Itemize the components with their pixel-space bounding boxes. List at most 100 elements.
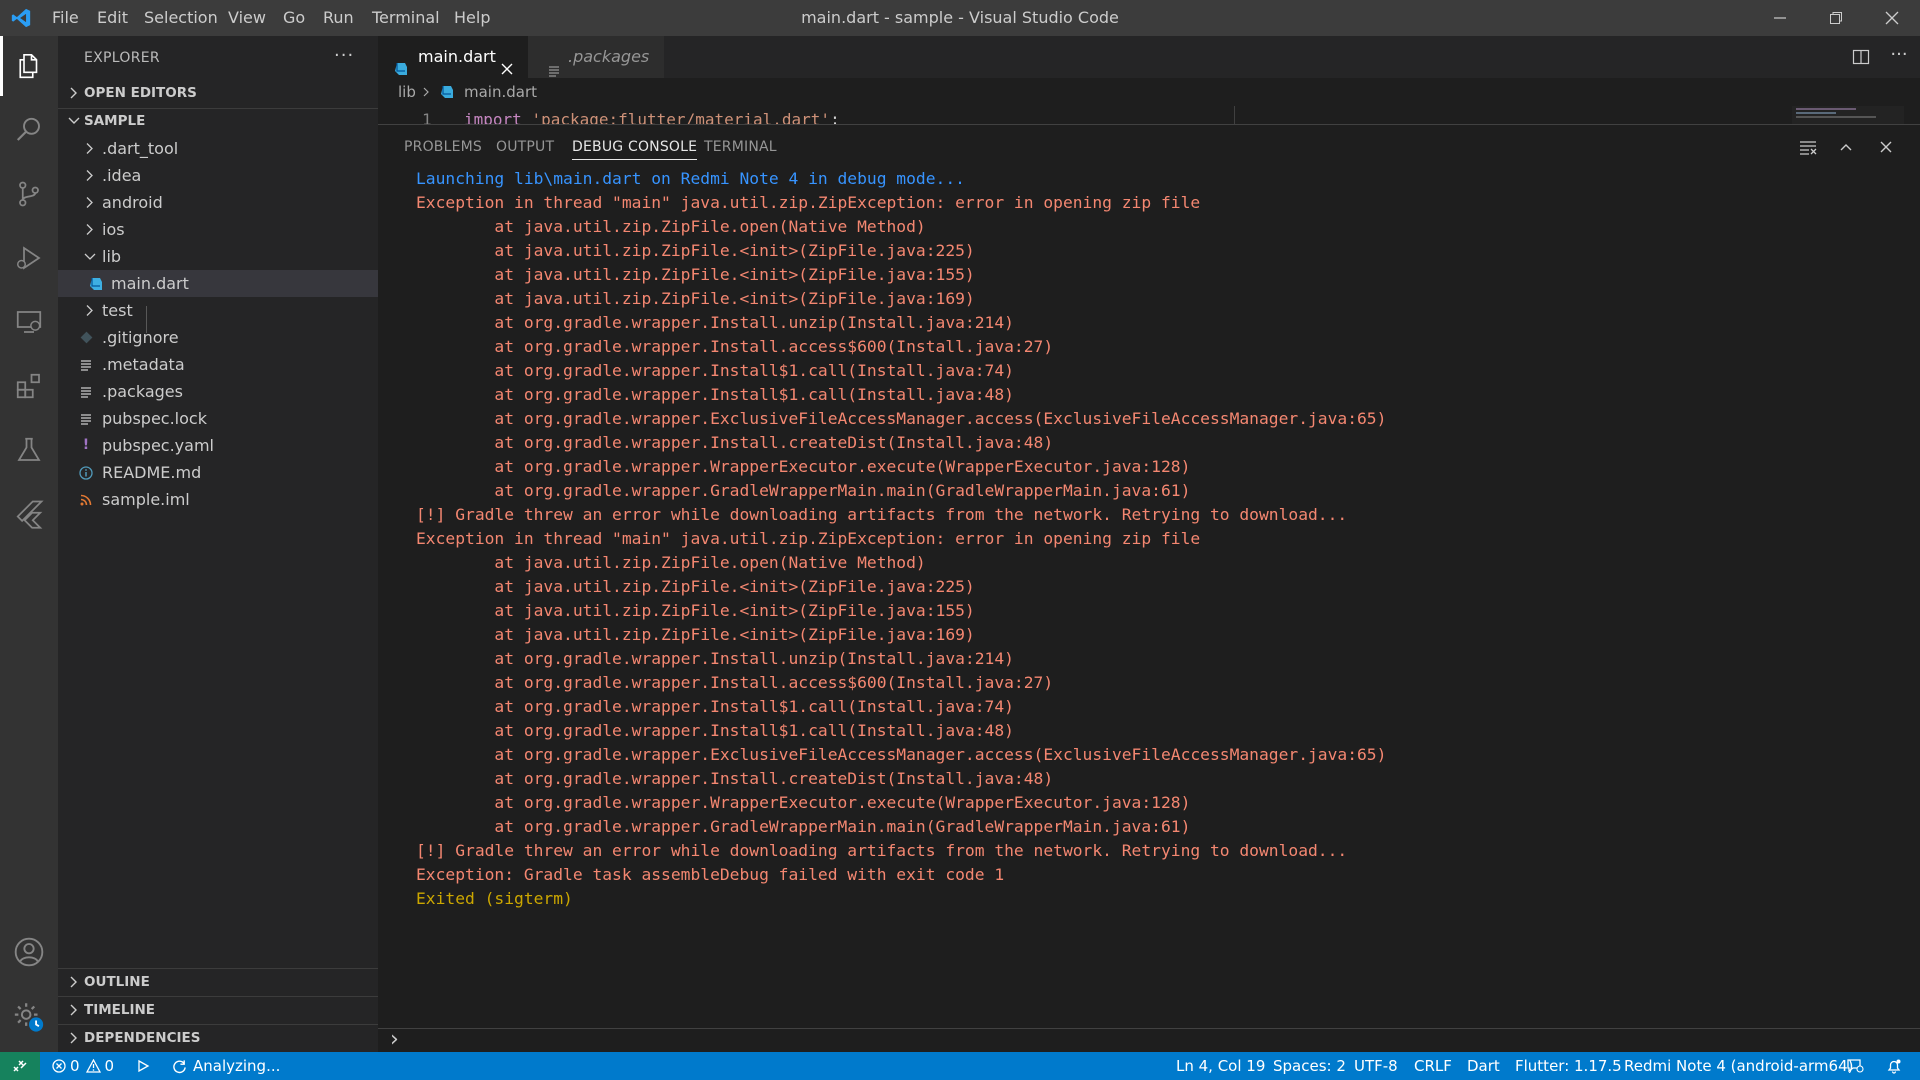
minimize-button[interactable] — [1752, 0, 1808, 36]
minimap-line — [1796, 112, 1836, 114]
console-line: at java.util.zip.ZipFile.open(Native Met… — [416, 217, 926, 236]
dart-file-icon — [394, 50, 408, 75]
open-editors-section[interactable]: OPEN EDITORS — [58, 80, 378, 106]
tab-output[interactable]: OUTPUT — [496, 125, 554, 169]
lines-file-icon — [78, 351, 94, 378]
editor-tabs: main.dart .packages ··· — [378, 36, 1920, 78]
explorer-more-button[interactable]: ··· — [334, 36, 354, 80]
tab-terminal[interactable]: TERMINAL — [704, 125, 777, 169]
menu-selection[interactable]: Selection — [136, 0, 226, 36]
bottom-panel: PROBLEMS OUTPUT DEBUG CONSOLE TERMINAL L… — [378, 124, 1920, 1053]
console-line: at java.util.zip.ZipFile.<init>(ZipFile.… — [416, 577, 975, 596]
close-window-button[interactable] — [1864, 0, 1920, 36]
problems-indicator[interactable]: 0 0 — [52, 1052, 114, 1080]
tree-item-ios[interactable]: ios — [58, 216, 378, 243]
activity-flutter[interactable] — [0, 484, 58, 544]
menu-edit[interactable]: Edit — [89, 0, 136, 36]
code-string: 'package:flutter/material.dart' — [531, 110, 831, 124]
debug-console-output[interactable]: Launching lib\main.dart on Redmi Note 4 … — [416, 167, 1906, 911]
console-line: at org.gradle.wrapper.Install.createDist… — [416, 433, 1054, 452]
menu-terminal[interactable]: Terminal — [364, 0, 448, 36]
tree-item-test[interactable]: test — [58, 297, 378, 324]
timeline-section[interactable]: TIMELINE — [58, 997, 378, 1023]
clear-console-button[interactable] — [1794, 133, 1822, 161]
tree-item-android[interactable]: android — [58, 189, 378, 216]
analyzing-status[interactable]: Analyzing... — [172, 1052, 280, 1080]
flutter-version[interactable]: Flutter: 1.17.5 — [1515, 1052, 1622, 1080]
tree-item-pubspec-yaml[interactable]: ! pubspec.yaml — [58, 432, 378, 459]
close-panel-button[interactable] — [1872, 133, 1900, 161]
feedback-button[interactable] — [1846, 1052, 1864, 1080]
activity-explorer[interactable] — [0, 36, 58, 96]
dependencies-section[interactable]: DEPENDENCIES — [58, 1025, 378, 1051]
activity-manage[interactable] — [0, 986, 58, 1046]
menu-help[interactable]: Help — [446, 0, 498, 36]
activity-accounts[interactable] — [0, 922, 58, 982]
end-of-line[interactable]: CRLF — [1414, 1052, 1452, 1080]
language-mode[interactable]: Dart — [1467, 1052, 1500, 1080]
breadcrumb-file[interactable]: main.dart — [464, 83, 537, 101]
code-editor[interactable]: 1 import 'package:flutter/material.dart'… — [378, 106, 1920, 124]
open-editors-label: OPEN EDITORS — [84, 85, 197, 101]
notifications-button[interactable] — [1886, 1052, 1902, 1080]
tab-problems[interactable]: PROBLEMS — [404, 125, 482, 169]
outline-section[interactable]: OUTLINE — [58, 969, 378, 995]
tree-item-idea[interactable]: .idea — [58, 162, 378, 189]
breadcrumb-folder[interactable]: lib — [398, 83, 416, 101]
minimap[interactable] — [1792, 106, 1904, 124]
chevron-right-icon — [70, 1004, 77, 1016]
encoding[interactable]: UTF-8 — [1354, 1052, 1398, 1080]
tree-item-main-dart[interactable]: main.dart — [58, 270, 378, 297]
tab-packages[interactable]: .packages — [528, 36, 664, 78]
menu-view[interactable]: View — [220, 0, 274, 36]
tree-item-dart-tool[interactable]: .dart_tool — [58, 135, 378, 162]
tree-item-packages[interactable]: .packages — [58, 378, 378, 405]
remote-indicator-button[interactable] — [0, 1052, 40, 1080]
device-selector[interactable]: Redmi Note 4 (android-arm64) — [1624, 1052, 1853, 1080]
workspace-section[interactable]: SAMPLE — [58, 108, 378, 134]
tree-item-sample-iml[interactable]: sample.iml — [58, 486, 378, 513]
tree-item-gitignore[interactable]: .gitignore — [58, 324, 378, 351]
outline-label: OUTLINE — [84, 974, 150, 990]
tab-close-button[interactable] — [500, 50, 514, 75]
menu-run[interactable]: Run — [315, 0, 362, 36]
menu-file[interactable]: File — [44, 0, 87, 36]
activity-run-debug[interactable] — [0, 228, 58, 288]
console-line: at org.gradle.wrapper.ExclusiveFileAcces… — [416, 745, 1387, 764]
tree-item-label: pubspec.yaml — [102, 436, 214, 455]
dependencies-label: DEPENDENCIES — [84, 1030, 201, 1046]
tab-debug-console[interactable]: DEBUG CONSOLE — [572, 125, 698, 169]
split-editor-button[interactable] — [1848, 44, 1874, 70]
warning-count: 0 — [104, 1057, 115, 1075]
restore-button[interactable] — [1808, 0, 1864, 36]
debug-console-input[interactable]: › — [378, 1027, 1920, 1054]
editor-more-actions-button[interactable]: ··· — [1886, 44, 1912, 70]
activity-testing[interactable] — [0, 420, 58, 480]
maximize-panel-button[interactable] — [1832, 133, 1860, 161]
tree-item-metadata[interactable]: .metadata — [58, 351, 378, 378]
activity-search[interactable] — [0, 100, 58, 160]
tree-item-lib[interactable]: lib — [58, 243, 378, 270]
tab-main-dart[interactable]: main.dart — [378, 36, 528, 78]
activity-remote-explorer[interactable] — [0, 292, 58, 352]
indentation[interactable]: Spaces: 2 — [1273, 1052, 1346, 1080]
activity-extensions[interactable] — [0, 356, 58, 416]
workspace-label: SAMPLE — [84, 113, 146, 129]
cursor-position[interactable]: Ln 4, Col 19 — [1176, 1052, 1265, 1080]
warning-icon — [85, 1059, 101, 1073]
lines-file-icon — [548, 51, 560, 77]
tree-item-pubspec-lock[interactable]: pubspec.lock — [58, 405, 378, 432]
minimap-line — [1796, 116, 1876, 118]
line-number: 1 — [422, 110, 432, 124]
tree-item-label: sample.iml — [102, 490, 190, 509]
console-line: at org.gradle.wrapper.Install.unzip(Inst… — [416, 313, 1014, 332]
console-line: Launching lib\main.dart on Redmi Note 4 … — [416, 169, 965, 188]
run-button[interactable] — [136, 1052, 150, 1080]
menu-go[interactable]: Go — [275, 0, 313, 36]
clear-all-icon — [1800, 141, 1817, 155]
tree-item-readme[interactable]: README.md — [58, 459, 378, 486]
title-bar: File Edit Selection View Go Run Terminal… — [0, 0, 1920, 36]
chevron-right-icon — [86, 197, 93, 208]
activity-source-control[interactable] — [0, 164, 58, 224]
play-icon — [138, 1059, 150, 1073]
